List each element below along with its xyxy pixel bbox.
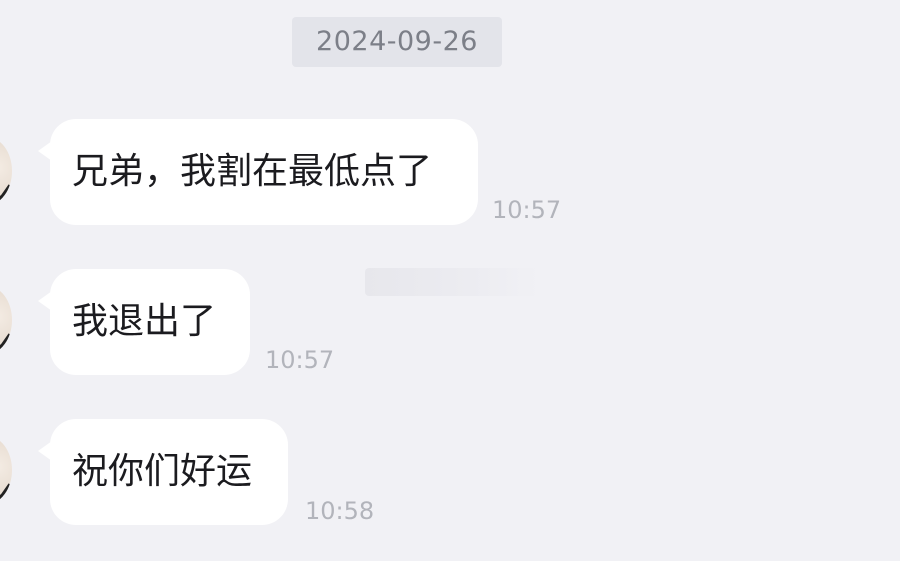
message-timestamp: 10:57 — [265, 346, 335, 374]
message-timestamp: 10:58 — [305, 497, 375, 525]
date-separator: 2024-09-26 — [292, 17, 502, 67]
sender-avatar[interactable] — [0, 137, 12, 205]
message-text: 我退出了 — [72, 301, 217, 342]
message-bubble[interactable]: 祝你们好运 — [38, 419, 288, 525]
avatar-mark-icon — [0, 327, 12, 351]
message-bubble[interactable]: 我退出了 — [38, 269, 250, 375]
sender-avatar[interactable] — [0, 286, 12, 354]
message-text: 兄弟，我割在最低点了 — [72, 151, 433, 192]
message-bubble[interactable]: 兄弟，我割在最低点了 — [38, 119, 478, 225]
message-text: 祝你们好运 — [72, 451, 253, 492]
message-timestamp: 10:57 — [492, 196, 562, 224]
avatar-mark-icon — [0, 178, 12, 202]
avatar-mark-icon — [0, 477, 12, 501]
blurred-hidden-text — [365, 268, 540, 296]
sender-avatar[interactable] — [0, 436, 12, 504]
chat-view[interactable]: 2024-09-26 兄弟，我割在最低点了 10:57 我退出了 10:57 祝… — [0, 0, 900, 561]
